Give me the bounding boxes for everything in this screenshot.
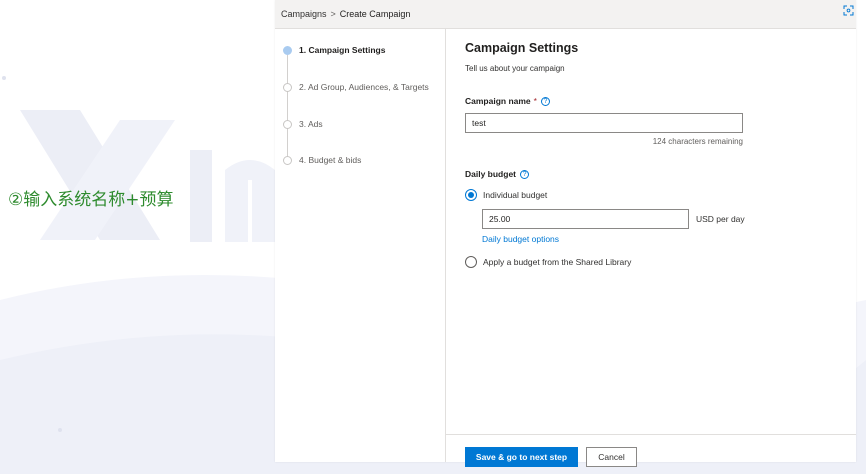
steps-nav: 1. Campaign Settings 2. Ad Group, Audien… [275, 29, 446, 462]
steps-connector [287, 55, 288, 161]
shared-library-label: Apply a budget from the Shared Library [483, 257, 632, 267]
step-label: 2. Ad Group, Audiences, & Targets [299, 82, 429, 92]
breadcrumb-separator: > [330, 9, 336, 19]
shared-library-radio[interactable] [465, 256, 477, 268]
required-mark: * [533, 96, 537, 106]
individual-budget-radio[interactable] [465, 189, 477, 201]
budget-unit: USD per day [696, 214, 745, 224]
create-campaign-window: Campaigns > Create Campaign 1. Campaign … [275, 0, 856, 467]
daily-budget-options-link[interactable]: Daily budget options [482, 234, 559, 244]
budget-amount-input[interactable] [482, 209, 689, 229]
campaign-name-label: Campaign name * ? [465, 96, 550, 106]
daily-budget-label: Daily budget ? [465, 169, 530, 179]
breadcrumb: Campaigns > Create Campaign [275, 0, 856, 29]
individual-budget-label: Individual budget [483, 190, 548, 200]
page-title: Campaign Settings [465, 41, 579, 55]
step-budget-bids[interactable]: 4. Budget & bids [283, 155, 361, 165]
page-subtitle: Tell us about your campaign [465, 64, 565, 73]
step-indicator-icon [283, 45, 292, 55]
campaign-settings-form: Campaign Settings Tell us about your cam… [465, 29, 845, 462]
breadcrumb-create-campaign: Create Campaign [339, 9, 411, 19]
individual-budget-option[interactable]: Individual budget [465, 189, 547, 201]
step-campaign-settings[interactable]: 1. Campaign Settings [283, 45, 385, 55]
footer-actions: Save & go to next step Cancel [446, 434, 856, 467]
help-icon[interactable]: ? [520, 169, 530, 179]
cancel-button[interactable]: Cancel [586, 447, 637, 467]
step-indicator-icon [283, 155, 292, 165]
step-indicator-icon [283, 82, 292, 92]
step-ads[interactable]: 3. Ads [283, 119, 323, 129]
characters-remaining: 124 characters remaining [652, 137, 743, 146]
annotation-text: ②输入系统名称+预算 [8, 190, 174, 210]
help-icon[interactable]: ? [540, 96, 550, 106]
step-label: 1. Campaign Settings [299, 45, 386, 55]
campaign-name-input[interactable] [465, 113, 743, 133]
save-next-button[interactable]: Save & go to next step [465, 447, 578, 467]
breadcrumb-campaigns[interactable]: Campaigns [281, 9, 327, 19]
step-label: 3. Ads [299, 119, 323, 129]
daily-budget-label-text: Daily budget [465, 169, 517, 179]
step-label: 4. Budget & bids [299, 155, 362, 165]
step-ad-group[interactable]: 2. Ad Group, Audiences, & Targets [283, 82, 429, 92]
expand-icon[interactable] [843, 5, 854, 16]
campaign-name-label-text: Campaign name [465, 96, 531, 106]
step-indicator-icon [283, 119, 292, 129]
shared-library-budget-option[interactable]: Apply a budget from the Shared Library [465, 256, 631, 268]
